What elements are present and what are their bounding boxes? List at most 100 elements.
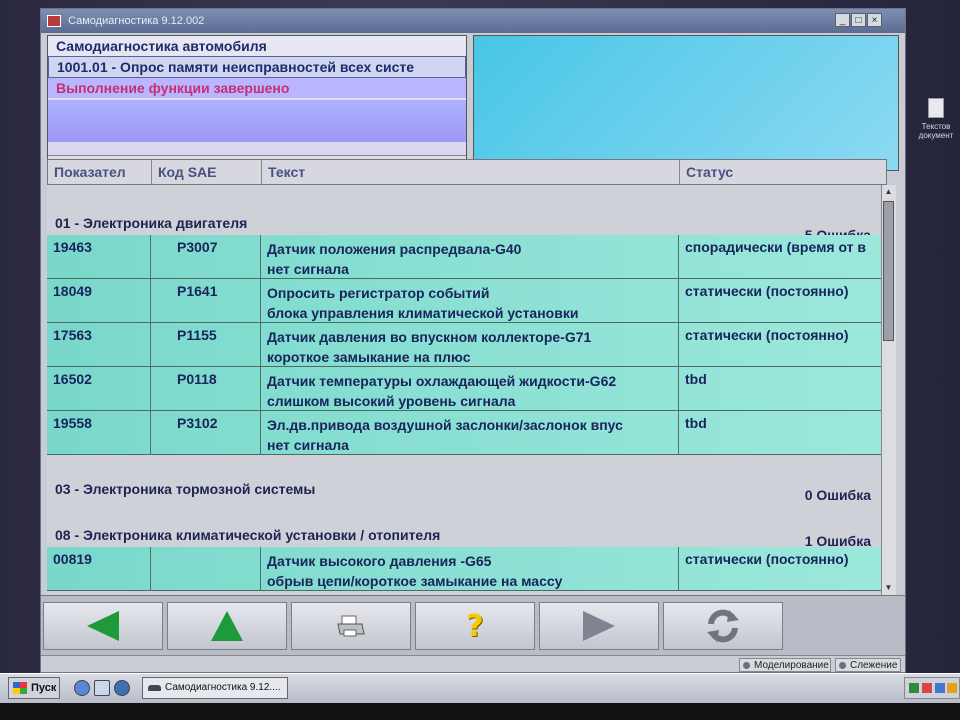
tray-network-icon[interactable] [909,683,919,693]
help-icon: ? [466,608,484,644]
internet-explorer-icon[interactable] [74,680,90,696]
group-error-count: 0 Ошибка [804,487,871,503]
sae-code: P0118 [151,367,261,410]
status-simulation[interactable]: Моделирование [739,658,831,672]
fault-status: спорадически (время от в [685,239,867,255]
window-title: Самодиагностика 9.12.002 [68,15,205,27]
fault-text: Датчик положения распредвала-G40 нет сиг… [261,235,679,278]
desktop: Самодиагностика 9.12.002 _ □ × Самодиагн… [0,0,960,720]
forward-button[interactable] [539,602,659,650]
info-line-title: Самодиагностика автомобиля [56,38,267,54]
status-monitoring[interactable]: Слежение [835,658,901,672]
fault-code: 19558 [47,411,151,454]
start-button[interactable]: Пуск [8,677,60,699]
refresh-button[interactable] [663,602,783,650]
arrow-left-icon [87,611,119,641]
table-row[interactable]: 17563 P1155 Датчик давления во впускном … [47,323,881,367]
app-icon [47,15,61,28]
car-icon [148,685,161,691]
fault-text-line1: Датчик температуры охлаждающей жидкости-… [267,373,617,389]
scroll-down-icon[interactable]: ▼ [883,582,894,594]
group-title: 03 - Электроника тормозной системы [55,481,316,497]
table-vertical-scrollbar[interactable]: ▲ ▼ [881,185,896,595]
fault-text: Датчик давления во впускном коллекторе-G… [261,323,679,366]
fault-status: статически (постоянно) [685,327,849,343]
fault-status: статически (постоянно) [685,551,849,567]
start-label: Пуск [31,682,57,694]
arrow-right-icon [583,611,615,641]
print-button[interactable] [291,602,411,650]
fault-text: Датчик высокого давления -G65 обрыв цепи… [261,547,679,590]
info-panel-fill [48,100,466,142]
monitor-bezel [0,703,960,720]
sae-code: P1641 [151,279,261,322]
back-button[interactable] [43,602,163,650]
system-tray [904,677,960,699]
sae-code: P3102 [151,411,261,454]
fault-status: tbd [685,371,707,387]
fault-text-line1: Эл.дв.привода воздушной заслонки/заслоно… [267,417,623,433]
diagnostics-window: Самодиагностика 9.12.002 _ □ × Самодиагн… [40,8,906,673]
help-button[interactable]: ? [415,602,535,650]
fault-text-line2: короткое замыкание на плюс [267,349,471,365]
group-header-brakes[interactable]: 03 - Электроника тормозной системы 0 Оши… [47,477,881,503]
sae-code: P1155 [151,323,261,366]
column-header-status[interactable]: Статус [680,160,886,184]
show-desktop-icon[interactable] [94,680,110,696]
fault-code: 00819 [47,547,151,590]
fault-text: Датчик температуры охлаждающей жидкости-… [261,367,679,410]
column-header-indicator[interactable]: Показател [48,160,152,184]
group-title: 01 - Электроника двигателя [55,215,248,231]
close-button[interactable]: × [867,13,882,27]
document-icon [928,98,944,118]
table-row[interactable]: 00819 Датчик высокого давления -G65 обры… [47,547,881,591]
info-line-function[interactable]: 1001.01 - Опрос памяти неисправностей вс… [48,56,466,78]
group-title: 08 - Электроника климатической установки… [55,527,441,543]
group-header-engine[interactable]: 01 - Электроника двигателя 5 Ошибка [47,211,881,243]
scroll-up-icon[interactable]: ▲ [883,186,894,198]
fault-text-line1: Датчик положения распредвала-G40 [267,241,522,257]
windows-logo-icon [13,682,27,694]
preview-panel [473,35,899,171]
sae-code [151,547,261,590]
scrollbar-thumb[interactable] [883,201,894,341]
fault-code: 17563 [47,323,151,366]
fault-status: tbd [685,415,707,431]
fault-text: Эл.дв.привода воздушной заслонки/заслоно… [261,411,679,454]
arrow-up-icon [211,611,243,641]
taskbar-item-diagnostics[interactable]: Самодиагностика 9.12.... [142,677,288,699]
desktop-icon-label-1: Текстов [921,122,951,131]
table-row[interactable]: 19558 P3102 Эл.дв.привода воздушной засл… [47,411,881,455]
fault-text-line2: нет сигнала [267,261,349,277]
tray-update-icon[interactable] [935,683,945,693]
table-row[interactable]: 19463 P3007 Датчик положения распредвала… [47,235,881,279]
fault-text-line2: слишком высокий уровень сигнала [267,393,516,409]
tray-volume-icon[interactable] [947,683,957,693]
group-header-climate[interactable]: 08 - Электроника климатической установки… [47,523,881,549]
taskbar-item-label: Самодиагностика 9.12.... [165,682,281,693]
media-player-icon[interactable] [114,680,130,696]
fault-text: Опросить регистратор событий блока управ… [261,279,679,322]
info-panel: Самодиагностика автомобиля 1001.01 - Опр… [47,35,467,171]
navigation-toolbar: ? [41,595,905,656]
table-header: Показател Код SAE Текст Статус [47,159,887,185]
status-bar: Моделирование Слежение [41,655,905,672]
sae-code: P3007 [151,235,261,278]
fault-code: 19463 [47,235,151,278]
maximize-button[interactable]: □ [851,13,866,27]
fault-code: 16502 [47,367,151,410]
fault-text-line2: обрыв цепи/короткое замыкание на массу [267,573,563,589]
column-header-text[interactable]: Текст [262,160,680,184]
desktop-icon-label-2: документ [918,131,954,140]
column-header-sae-code[interactable]: Код SAE [152,160,262,184]
tray-security-icon[interactable] [922,683,932,693]
table-row[interactable]: 18049 P1641 Опросить регистратор событий… [47,279,881,323]
desktop-icon-text-document[interactable]: Текстов документ [912,98,960,140]
up-button[interactable] [167,602,287,650]
table-row[interactable]: 16502 P0118 Датчик температуры охлаждающ… [47,367,881,411]
printer-icon [337,615,365,637]
window-titlebar[interactable]: Самодиагностика 9.12.002 _ □ × [41,9,905,33]
fault-code: 18049 [47,279,151,322]
fault-status: статически (постоянно) [685,283,849,299]
minimize-button[interactable]: _ [835,13,850,27]
